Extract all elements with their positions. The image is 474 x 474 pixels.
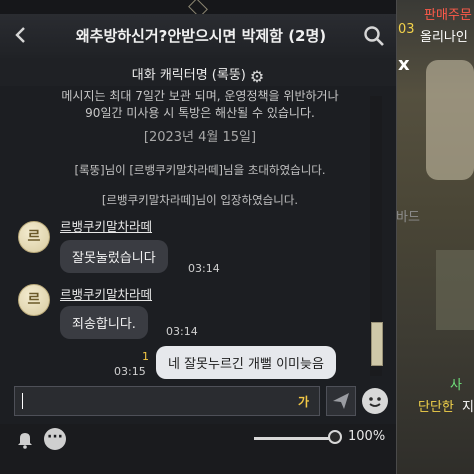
- send-button[interactable]: [326, 386, 356, 416]
- send-icon: [333, 393, 349, 409]
- scrollbar-thumb[interactable]: [371, 322, 383, 366]
- zoom-slider-knob[interactable]: [328, 430, 342, 444]
- game-text-name: 올리나인: [420, 30, 468, 45]
- message-bubble[interactable]: 잘못눌렀습니다: [60, 240, 168, 273]
- system-message-invite: [록뚱]님이 [르뱅쿠키말차라떼]님을 초대하였습니다.: [74, 163, 326, 177]
- character-name-label: 대화 캐릭터명 (록뚱): [131, 68, 246, 83]
- game-text-ji: 지: [462, 400, 474, 415]
- game-text-bard: 바드: [396, 210, 420, 225]
- character-name-row: 대화 캐릭터명 (록뚱) ⚙: [0, 64, 396, 86]
- emoji-icon: [369, 397, 381, 407]
- sender-name[interactable]: 르뱅쿠키말차라떼: [60, 284, 152, 303]
- character-name-bar: 대화 캐릭터명 (록뚱) ⚙: [0, 58, 396, 86]
- sender-name[interactable]: 르뱅쿠키말차라떼: [60, 216, 152, 235]
- search-icon[interactable]: [362, 24, 386, 48]
- game-scenery-lower: [436, 250, 474, 330]
- game-scenery: [426, 60, 474, 180]
- system-message-join: [르뱅쿠키말차라떼]님이 입장하였습니다.: [101, 193, 299, 207]
- message-time: 03:14: [166, 325, 198, 338]
- bell-icon[interactable]: [14, 428, 36, 450]
- retention-notice-line-2: 90일간 미사용 시 톡방은 해산될 수 있습니다.: [85, 106, 315, 120]
- avatar[interactable]: 르: [18, 221, 50, 253]
- message-bubble[interactable]: 죄송합니다.: [60, 306, 148, 339]
- game-close-icon[interactable]: x: [398, 54, 410, 75]
- message-time: 03:14: [188, 262, 220, 275]
- zoom-slider-fill: [254, 437, 334, 440]
- message-time: 03:15: [114, 365, 146, 378]
- game-text-trade: 판매주문: [424, 8, 472, 23]
- gear-icon[interactable]: ⚙: [250, 67, 264, 86]
- chat-input[interactable]: [14, 386, 320, 416]
- retention-notice-line-1: 메시지는 최대 7일간 보관 되며, 운영정책을 위반하거나: [61, 89, 339, 103]
- text-caret: [22, 393, 23, 409]
- window-ornament: [0, 0, 396, 18]
- ime-mode-indicator[interactable]: 가: [298, 393, 309, 410]
- back-icon[interactable]: [10, 24, 32, 46]
- avatar[interactable]: 르: [18, 284, 50, 316]
- title-bar: 왜추방하신거?안받으시면 박제함 (2명): [0, 14, 396, 59]
- unread-count: 1: [142, 350, 149, 363]
- game-text-green: 사: [450, 378, 462, 393]
- emoji-button[interactable]: [362, 388, 388, 414]
- more-icon[interactable]: ···: [44, 428, 66, 450]
- date-separator: [2023년 4월 15일]: [143, 130, 257, 145]
- game-text-number: 03: [398, 22, 415, 37]
- chat-room-title: 왜추방하신거?안받으시면 박제함 (2명): [75, 27, 327, 45]
- zoom-level-label: 100%: [348, 429, 386, 444]
- message-bubble-mine[interactable]: 네 잘못누르긴 개뻘 이미늦음: [156, 346, 336, 379]
- chat-window: 왜추방하신거?안받으시면 박제함 (2명) 대화 캐릭터명 (록뚱) ⚙ 메시지는…: [0, 0, 397, 474]
- game-text-solid: 단단한: [418, 400, 454, 415]
